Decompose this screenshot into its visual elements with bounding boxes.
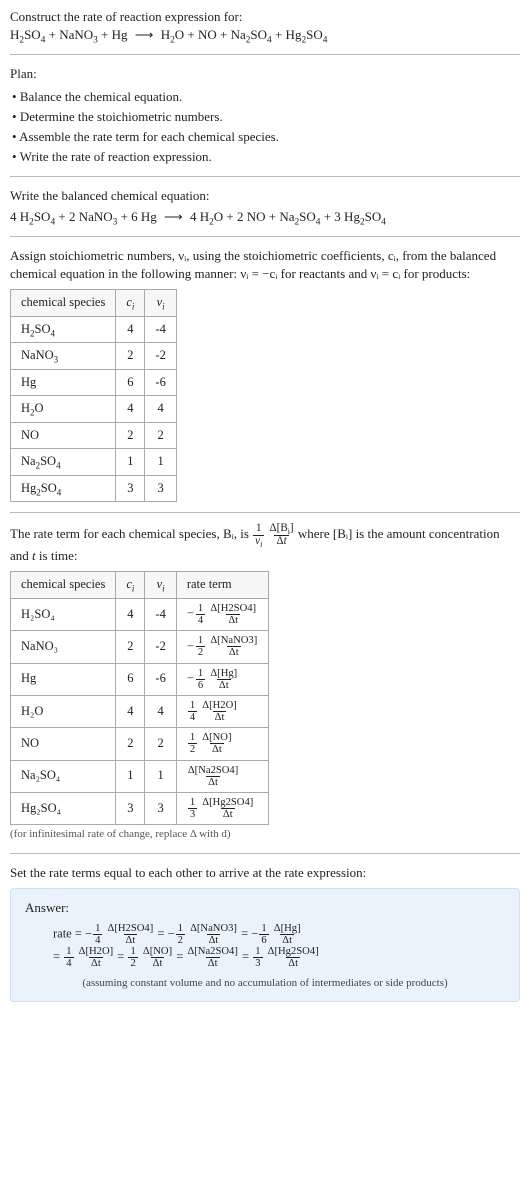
table-row: H2SO44-4 (11, 316, 177, 343)
answer-box: Answer: rate = −14 Δ[H2SO4]Δt = −12 Δ[Na… (10, 888, 520, 1002)
stoich-section: Assign stoichiometric numbers, νᵢ, using… (10, 247, 520, 502)
table-row: NO2212 Δ[NO]Δt (11, 728, 269, 760)
table-row: NaNO₃2-2−12 Δ[NaNO3]Δt (11, 631, 269, 663)
frac-1-over-nu: 1νi (253, 523, 264, 547)
table-row: H₂O4414 Δ[H2O]Δt (11, 695, 269, 727)
plan-item: • Determine the stoichiometric numbers. (12, 108, 520, 126)
col-nui: νi (145, 290, 176, 317)
plan-title: Plan: (10, 65, 520, 83)
rate-table: chemical species ci νi rate term H₂SO₄4-… (10, 571, 269, 825)
col-species: chemical species (11, 290, 116, 317)
balanced-title: Write the balanced chemical equation: (10, 187, 520, 205)
problem-header: Construct the rate of reaction expressio… (10, 8, 520, 44)
col-rate-term: rate term (176, 572, 268, 599)
set-equal-text: Set the rate terms equal to each other t… (10, 864, 520, 882)
divider (10, 236, 520, 237)
plan-list: • Balance the chemical equation. • Deter… (12, 88, 520, 167)
col-ci: ci (116, 290, 145, 317)
plan-item: • Assemble the rate term for each chemic… (12, 128, 520, 146)
stoich-table: chemical species ci νi H2SO44-4 NaNO32-2… (10, 289, 177, 502)
table-header-row: chemical species ci νi rate term (11, 572, 269, 599)
footnote: (for infinitesimal rate of change, repla… (10, 827, 520, 842)
prompt-text: Construct the rate of reaction expressio… (10, 8, 520, 26)
rate-section: The rate term for each chemical species,… (10, 523, 520, 842)
table-row: NaNO32-2 (11, 343, 177, 370)
plan-item: • Write the rate of reaction expression. (12, 148, 520, 166)
answer-label: Answer: (25, 899, 505, 917)
rate-intro: The rate term for each chemical species,… (10, 523, 520, 565)
unbalanced-equation: H2SO4 + NaNO3 + Hg ⟶ H2O + NO + Na2SO4 +… (10, 26, 520, 44)
stoich-intro: Assign stoichiometric numbers, νᵢ, using… (10, 247, 520, 283)
balanced-equation: 4 H2SO4 + 2 NaNO3 + 6 Hg ⟶ 4 H2O + 2 NO … (10, 208, 520, 226)
table-row: Hg6-6−16 Δ[Hg]Δt (11, 663, 269, 695)
divider (10, 512, 520, 513)
rate-expression-line1: rate = −14 Δ[H2SO4]Δt = −12 Δ[NaNO3]Δt =… (25, 923, 505, 946)
table-row: Na2SO411 (11, 449, 177, 476)
divider (10, 853, 520, 854)
plan-item: • Balance the chemical equation. (12, 88, 520, 106)
rate-expression-line2: = 14 Δ[H2O]Δt = 12 Δ[NO]Δt = Δ[Na2SO4]Δt… (25, 946, 505, 969)
frac-dBi-dt: Δ[Bi]Δt (270, 523, 294, 547)
plan-section: Plan: • Balance the chemical equation. •… (10, 65, 520, 166)
table-row: Hg6-6 (11, 369, 177, 396)
col-species: chemical species (11, 572, 116, 599)
table-header-row: chemical species ci νi (11, 290, 177, 317)
table-row: H₂SO₄4-4−14 Δ[H2SO4]Δt (11, 598, 269, 630)
table-row: NO22 (11, 422, 177, 449)
table-row: Na₂SO₄11Δ[Na2SO4]Δt (11, 760, 269, 792)
assumption-note: (assuming constant volume and no accumul… (25, 976, 505, 991)
table-row: H2O44 (11, 396, 177, 423)
divider (10, 54, 520, 55)
col-ci: ci (116, 572, 145, 599)
divider (10, 176, 520, 177)
table-row: Hg2SO433 (11, 475, 177, 502)
table-row: Hg₂SO₄3313 Δ[Hg2SO4]Δt (11, 792, 269, 824)
col-nui: νi (145, 572, 176, 599)
balanced-section: Write the balanced chemical equation: 4 … (10, 187, 520, 225)
